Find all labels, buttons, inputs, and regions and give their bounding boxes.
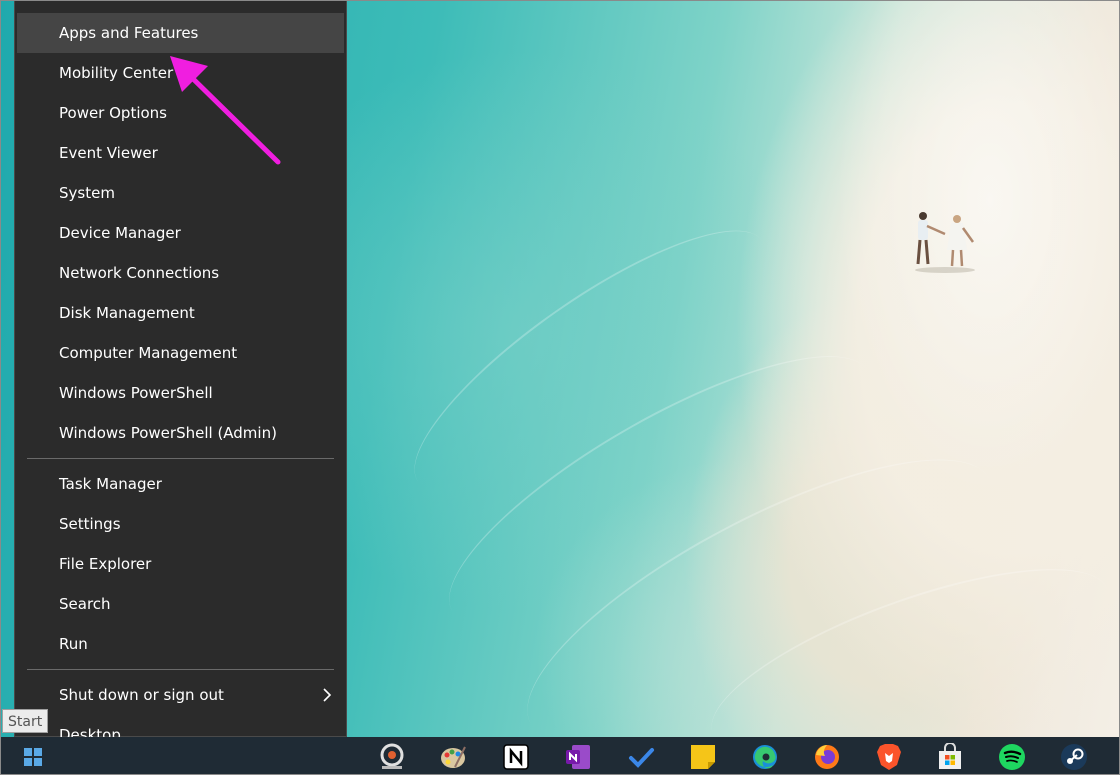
- todo-check-icon[interactable]: [626, 742, 656, 772]
- start-tooltip: Start: [2, 709, 49, 733]
- sticky-notes-icon[interactable]: [688, 742, 718, 772]
- menu-item-shut-down-or-sign-out[interactable]: Shut down or sign out: [17, 675, 344, 715]
- notion-icon[interactable]: [501, 742, 531, 772]
- menu-item-apps-and-features[interactable]: Apps and Features: [17, 13, 344, 53]
- microsoft-store-icon[interactable]: [935, 742, 965, 772]
- edge-icon[interactable]: [750, 742, 780, 772]
- menu-item-label: System: [59, 184, 115, 202]
- menu-item-label: Settings: [59, 515, 121, 533]
- menu-item-label: Apps and Features: [59, 24, 199, 42]
- firefox-icon[interactable]: [812, 742, 842, 772]
- menu-item-label: Event Viewer: [59, 144, 158, 162]
- menu-item-system[interactable]: System: [17, 173, 344, 213]
- menu-item-label: Run: [59, 635, 88, 653]
- steam-icon[interactable]: [1059, 742, 1089, 772]
- couple-silhouette: [915, 212, 975, 273]
- menu-item-label: Disk Management: [59, 304, 195, 322]
- menu-item-label: File Explorer: [59, 555, 152, 573]
- menu-group-utilities: Task Manager Settings File Explorer Search R…: [15, 464, 346, 664]
- menu-item-disk-management[interactable]: Disk Management: [17, 293, 344, 333]
- paint-palette-icon[interactable]: [438, 742, 468, 772]
- brave-icon[interactable]: [874, 742, 904, 772]
- menu-item-label: Windows PowerShell: [59, 384, 213, 402]
- menu-item-windows-powershell-admin[interactable]: Windows PowerShell (Admin): [17, 413, 344, 453]
- menu-item-label: Shut down or sign out: [59, 686, 224, 704]
- menu-item-label: Mobility Center: [59, 64, 174, 82]
- menu-item-computer-management[interactable]: Computer Management: [17, 333, 344, 373]
- menu-item-task-manager[interactable]: Task Manager: [17, 464, 344, 504]
- menu-item-label: Windows PowerShell (Admin): [59, 424, 277, 442]
- menu-item-file-explorer[interactable]: File Explorer: [17, 544, 344, 584]
- onenote-icon[interactable]: [563, 742, 593, 772]
- menu-item-label: Search: [59, 595, 111, 613]
- menu-item-search[interactable]: Search: [17, 584, 344, 624]
- chevron-right-icon: [322, 675, 332, 715]
- menu-separator: [27, 669, 334, 670]
- inkscape-icon[interactable]: [377, 742, 407, 772]
- menu-item-label: Power Options: [59, 104, 167, 122]
- menu-item-label: Network Connections: [59, 264, 220, 282]
- spotify-icon[interactable]: [997, 742, 1027, 772]
- menu-item-label: Task Manager: [59, 475, 162, 493]
- start-button[interactable]: [18, 742, 48, 772]
- menu-item-device-manager[interactable]: Device Manager: [17, 213, 344, 253]
- menu-item-label: Computer Management: [59, 344, 238, 362]
- menu-separator: [27, 458, 334, 459]
- annotation-arrow-icon: [170, 56, 281, 165]
- menu-item-windows-powershell[interactable]: Windows PowerShell: [17, 373, 344, 413]
- menu-item-network-connections[interactable]: Network Connections: [17, 253, 344, 293]
- menu-item-settings[interactable]: Settings: [17, 504, 344, 544]
- menu-item-run[interactable]: Run: [17, 624, 344, 664]
- menu-item-label: Device Manager: [59, 224, 181, 242]
